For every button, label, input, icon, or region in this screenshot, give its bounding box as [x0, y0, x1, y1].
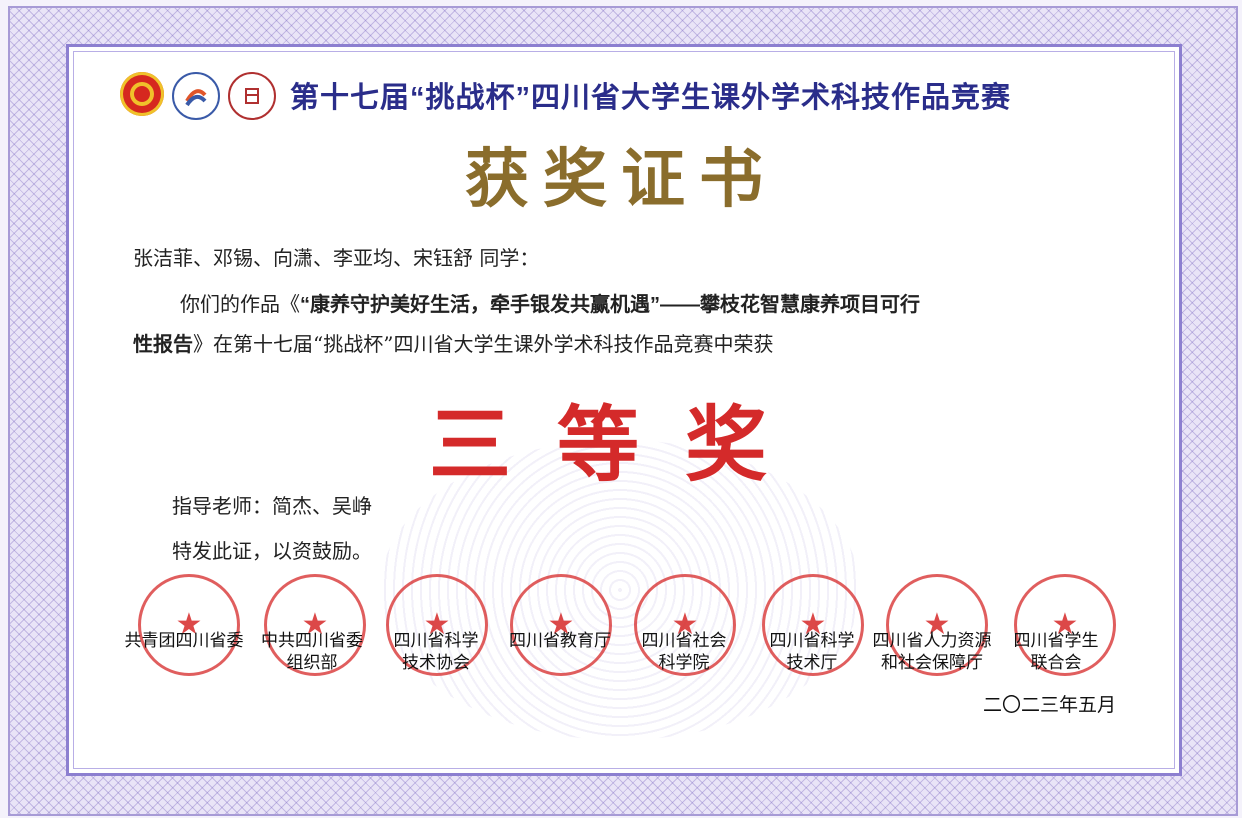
certificate: 第十七届“挑战杯”四川省大学生课外学术科技作品竞赛 获奖证书 张洁菲、邓锡、向潇…: [0, 0, 1242, 818]
issuer-name: 共青团四川省委: [124, 631, 244, 650]
issuer-name: 四川省社会 科学院: [641, 631, 727, 672]
red-seal-stamp: ★: [510, 574, 612, 676]
issuer-name: 四川省人力资源 和社会保障厅: [872, 631, 992, 672]
issue-date: 二〇二三年五月: [982, 695, 1116, 716]
work-description-line-2: 性报告》在第十七届“挑战杯”四川省大学生课外学术科技作品竞赛中荣获: [133, 328, 773, 357]
challenge-cup-logo-icon: [172, 72, 220, 120]
intro-prefix: 你们的作品《: [180, 292, 300, 316]
work-title-part-2: 性报告: [133, 334, 193, 356]
intro-suffix: 》在第十七届“挑战杯”四川省大学生课外学术科技作品竞赛中荣获: [193, 332, 774, 356]
issuer-name: 四川省科学 技术厅: [769, 631, 855, 672]
youth-league-emblem-icon: [120, 72, 164, 116]
closing-line: 特发此证，以资鼓励。: [172, 539, 372, 563]
logo-group: [120, 72, 276, 120]
red-seal-stamp: ★: [138, 574, 240, 676]
issuer-name: 四川省教育厅: [509, 631, 611, 650]
work-description-line-1: 你们的作品《“康养守护美好生活，牵手银发共赢机遇”——攀枝花智慧康养项目可行: [180, 288, 920, 317]
advisor-label: 指导老师：: [172, 494, 272, 518]
work-title-part-1: “康养守护美好生活，牵手银发共赢机遇”——攀枝花智慧康养项目可行: [300, 294, 920, 316]
issuer-name: 四川省科学 技术协会: [393, 631, 479, 672]
university-seal-icon: [228, 72, 276, 120]
advisor-names: 简杰、吴峥: [272, 494, 372, 518]
recipients-line: 张洁菲、邓锡、向潇、李亚均、宋钰舒 同学：: [133, 246, 540, 270]
certificate-title: 获奖证书: [465, 142, 777, 217]
issuer-seals: ★ ★ ★ ★ ★ ★ ★ ★ 共青团四川省委 中共四川省委 组织部 四川省科学技…: [118, 574, 1118, 684]
award-level: 三等奖: [428, 397, 813, 493]
advisor-line: 指导老师：简杰、吴峥: [172, 490, 372, 519]
competition-title: 第十七届“挑战杯”四川省大学生课外学术科技作品竞赛: [290, 82, 1012, 114]
issuer-name: 四川省学生 联合会: [1013, 631, 1099, 672]
issuer-name: 中共四川省委 组织部: [261, 631, 363, 672]
